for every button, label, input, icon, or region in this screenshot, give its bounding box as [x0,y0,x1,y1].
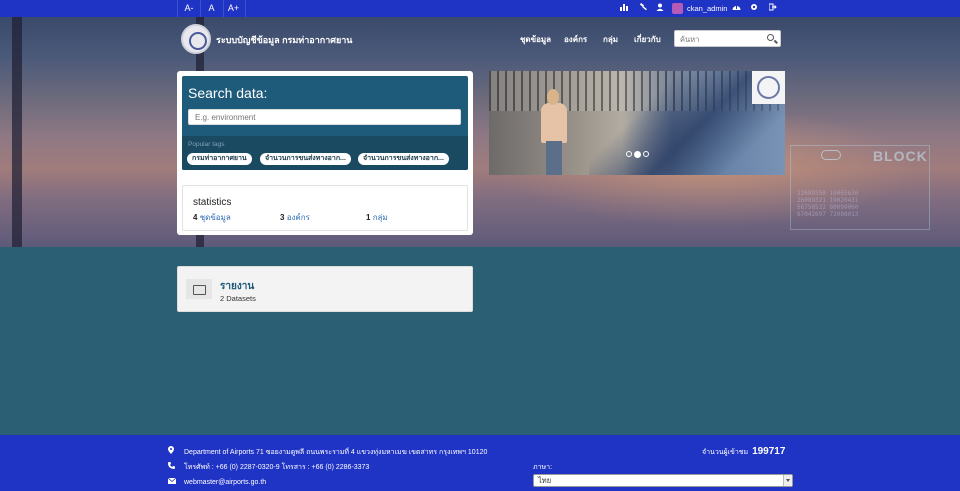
hero-pole [12,17,22,247]
nav-datasets[interactable]: ชุดข้อมูล [520,33,551,46]
stat-label: องค์กร [286,213,310,222]
hero-banner: BLOCK 12689350 10065630 26089321 19020431… [0,17,960,247]
footer-address: Department of Airports 71 ซอยงามดูพลี ถน… [168,446,487,458]
top-bar: A- A A+ ckan_admin [0,0,960,17]
language-label: ภาษา: [533,464,553,471]
dashboard-icon[interactable] [727,0,745,17]
search-data-input[interactable] [188,109,461,125]
popular-tags-label: Popular tags [188,141,225,148]
stat-count: 4 [193,213,198,222]
stat-organizations[interactable]: 3 องค์กร [280,211,310,224]
carousel-person [539,89,569,175]
hud-toggle [821,150,841,160]
font-increase-button[interactable]: A+ [222,0,246,17]
footer-email: webmaster@airports.go.th [167,477,266,486]
popular-tags: Popular tags กรมท่าอากาศยาน จำนวนการขนส่… [182,136,468,170]
hud-text: BLOCK [873,148,928,164]
search-panel: Search data: Popular tags กรมท่าอากาศยาน… [177,71,473,235]
gear-icon[interactable] [745,0,763,17]
signout-icon[interactable] [764,0,782,17]
username: ckan_admin [687,4,728,13]
nav-groups[interactable]: กลุ่ม [603,33,618,46]
visitor-counter: จำนวนผู้เข้าชม 199717 [702,446,785,458]
footer-phone-text: โทรศัพท์ : +66 (0) 2287-0320-9 โทรสาร : … [184,464,370,471]
tag-pill[interactable]: จำนวนการขนส่งทางอาก... [358,153,449,165]
statistics-box: statistics 4 ชุดข้อมูล 3 องค์กร 1 กลุ่ม [182,185,468,231]
image-carousel[interactable] [489,71,785,175]
folder-icon [186,279,212,299]
carousel-dot[interactable] [626,151,632,157]
language-selected: ไทย [538,476,552,485]
language-select[interactable]: ไทย [533,474,793,487]
stat-datasets[interactable]: 4 ชุดข้อมูล [193,211,231,224]
header-search-input[interactable] [675,32,763,47]
font-reset-button[interactable]: A [200,0,224,17]
visitor-label: จำนวนผู้เข้าชม [702,449,749,456]
footer: Department of Airports 71 ซอยงามดูพลี ถน… [0,435,960,491]
footer-phone: โทรศัพท์ : +66 (0) 2287-0320-9 โทรสาร : … [168,462,369,473]
search-heading: Search data: [188,85,268,101]
font-decrease-button[interactable]: A- [177,0,201,17]
carousel-indicators [626,150,649,159]
tag-pill[interactable]: จำนวนการขนส่งทางอาก... [260,153,351,165]
search-icon[interactable] [767,34,774,41]
map-marker-icon [168,446,184,456]
group-card[interactable]: รายงาน 2 Datasets [177,266,473,312]
footer-address-text: Department of Airports 71 ซอยงามดูพลี ถน… [184,449,488,456]
header-search [674,30,781,47]
chevron-down-icon [783,475,792,486]
statistics-heading: statistics [193,197,232,208]
group-dataset-count: 2 Datasets [220,294,256,303]
hero-hud-graphic: BLOCK 12689350 10065630 26089321 19020431… [790,145,930,230]
tag-pill[interactable]: กรมท่าอากาศยาน [187,153,252,165]
stat-label: ชุดข้อมูล [199,213,231,222]
stat-count: 1 [366,213,371,222]
visitor-count: 199717 [752,446,786,457]
avatar [672,3,683,14]
footer-email-link[interactable]: webmaster@airports.go.th [184,479,266,486]
stat-label: กลุ่ม [372,213,388,222]
nav-about[interactable]: เกี่ยวกับ [634,33,661,46]
stat-groups[interactable]: 1 กลุ่ม [366,211,388,224]
hud-numbers: 12689350 10065630 26089321 19020431 567585… [797,190,859,218]
envelope-icon [167,477,184,486]
user-menu[interactable]: ckan_admin [672,2,727,15]
user-icon[interactable] [651,0,669,17]
chart-icon[interactable] [615,0,633,17]
site-title[interactable]: ระบบบัญชีข้อมูล กรมท่าอากาศยาน [216,33,352,47]
search-box: Search data: Popular tags กรมท่าอากาศยาน… [182,76,468,170]
site-logo[interactable] [181,24,211,54]
gavel-icon[interactable] [634,0,652,17]
group-title[interactable]: รายงาน [220,279,254,294]
stat-count: 3 [280,213,285,222]
nav-organizations[interactable]: องค์กร [564,33,587,46]
carousel-dot[interactable] [643,151,649,157]
carousel-logo [752,71,785,104]
phone-icon [168,462,184,471]
carousel-dot-active[interactable] [634,150,641,158]
